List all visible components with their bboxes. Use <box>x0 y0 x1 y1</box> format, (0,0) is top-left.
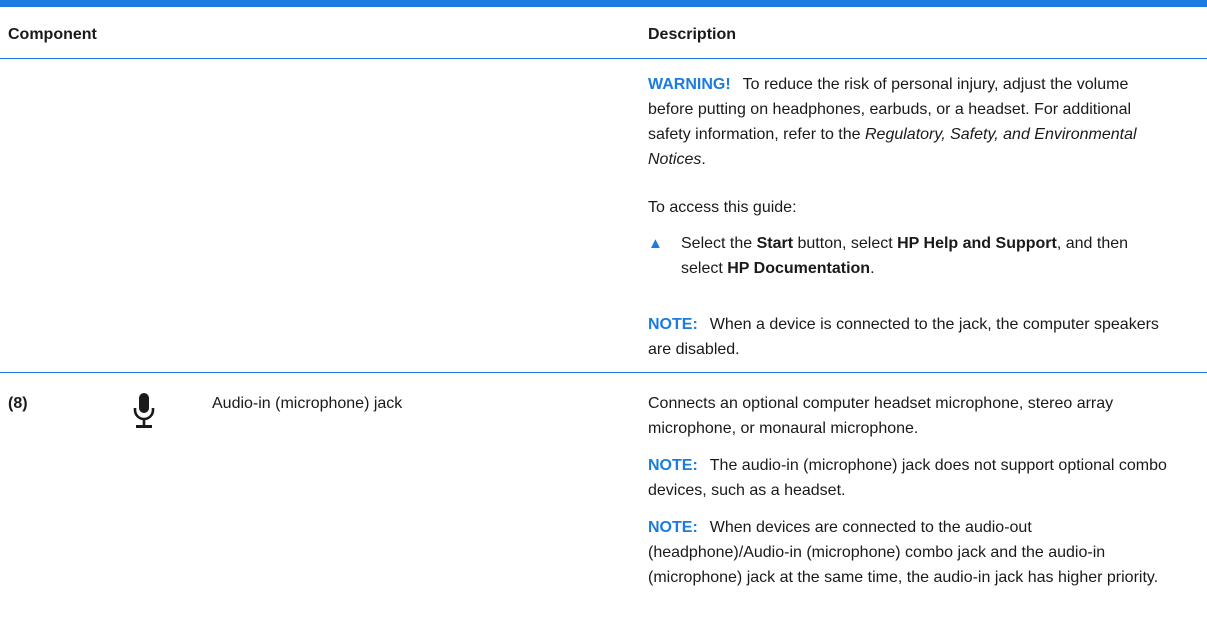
row-divider <box>0 372 1207 373</box>
step-text: . <box>870 260 875 277</box>
note-label: NOTE: <box>648 457 698 474</box>
component-description: Connects an optional computer headset mi… <box>648 395 1114 437</box>
warning-label: WARNING! <box>648 76 731 93</box>
warning-text-end: . <box>701 151 706 168</box>
note-text: The audio-in (microphone) jack does not … <box>648 457 1167 499</box>
header-component: Component <box>8 26 97 43</box>
note-text: When devices are connected to the audio-… <box>648 519 1159 586</box>
component-name: Audio-in (microphone) jack <box>212 395 403 412</box>
step-paragraph: Select the Start button, select HP Help … <box>681 231 1171 281</box>
triangle-bullet-icon: ▲ <box>648 235 663 252</box>
step-text: Select the <box>681 235 757 252</box>
help-support-label: HP Help and Support <box>897 235 1057 252</box>
access-guide-text: To access this guide: <box>648 199 797 216</box>
hp-documentation-label: HP Documentation <box>727 260 871 277</box>
note-label: NOTE: <box>648 519 698 536</box>
note-text: When a device is connected to the jack, … <box>648 316 1159 358</box>
start-button-label: Start <box>756 235 794 252</box>
header-divider <box>0 58 1207 59</box>
header-description: Description <box>648 26 737 43</box>
note-paragraph: NOTE: The audio-in (microphone) jack does… <box>648 453 1168 503</box>
component-number: (8) <box>8 395 28 412</box>
note-paragraph: NOTE: When devices are connected to the a… <box>648 515 1168 590</box>
warning-paragraph: WARNING! To reduce the risk of personal i… <box>648 72 1168 172</box>
note-label: NOTE: <box>648 316 698 333</box>
step-text: button, select <box>793 235 898 252</box>
note-paragraph: NOTE: When a device is connected to the j… <box>648 312 1168 362</box>
table-top-rule <box>0 0 1207 7</box>
microphone-icon <box>133 393 155 428</box>
